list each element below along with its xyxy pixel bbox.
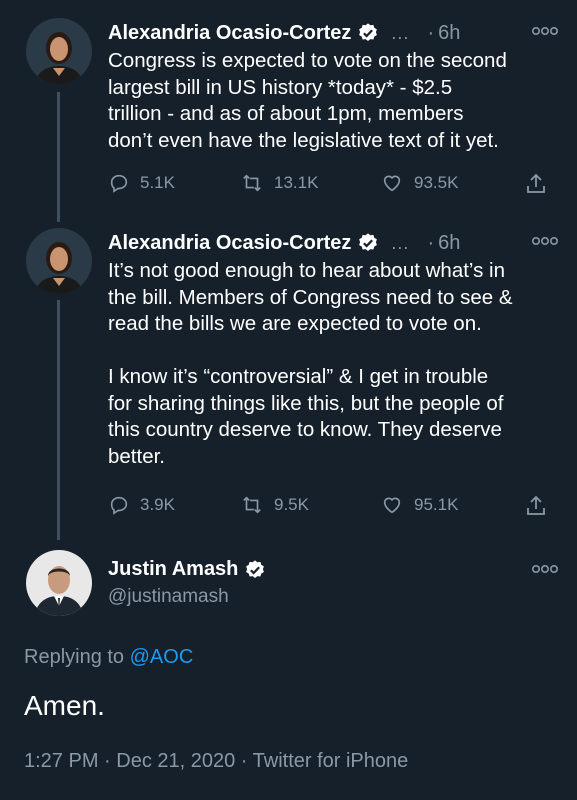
main-author: Justin Amash [108,558,266,581]
avatar[interactable] [26,550,92,616]
author-handle[interactable]: @justinamash [108,586,229,608]
verified-badge-icon [244,559,266,581]
main-tweet: Justin Amash @justinamash Replying to @A… [0,0,577,800]
tweet-meta: 1:27 PM · Dec 21, 2020 · Twitter for iPh… [24,750,409,772]
tweet-text: Amen. [24,690,105,721]
author-name[interactable]: Justin Amash [108,558,238,581]
replying-prefix: Replying to [24,646,130,668]
mention-link[interactable]: @AOC [130,646,194,668]
more-options-icon[interactable] [531,562,559,576]
replying-to: Replying to @AOC [24,646,193,669]
